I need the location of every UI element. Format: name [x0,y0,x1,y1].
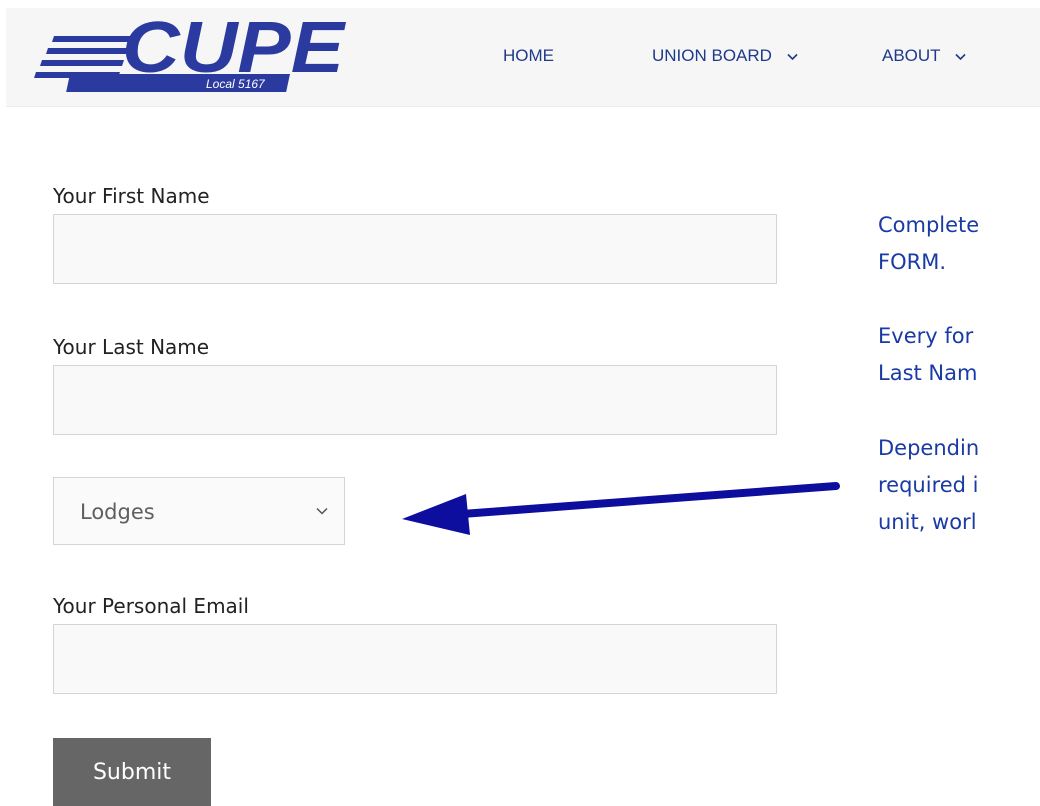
nav-item-label: UNION BOARD [652,46,772,65]
instruction-line: FORM. [878,250,946,274]
instruction-line: unit, worl [878,510,977,534]
main-nav: HOME UNION BOARD ABOUT [6,8,1040,106]
first-name-label: Your First Name [53,184,210,208]
unit-select[interactable]: Lodges [53,477,345,545]
chevron-down-icon [787,53,798,60]
instruction-line: Dependin [878,436,980,460]
instruction-line: Complete [878,213,980,237]
last-name-label: Your Last Name [53,335,210,359]
instruction-line: Last Nam [878,361,978,385]
unit-select-value: Lodges [80,500,155,524]
nav-item-union-board[interactable]: UNION BOARD [652,44,798,68]
submit-button[interactable]: Submit [53,738,211,806]
nav-item-label: ABOUT [882,46,941,65]
nav-item-home[interactable]: HOME [503,44,554,68]
email-label: Your Personal Email [53,594,249,618]
nav-item-label: HOME [503,46,554,65]
site-header: CUPE Local 5167 HOME UNION BOARD ABOUT [6,8,1040,107]
nav-item-about[interactable]: ABOUT [882,44,966,68]
chevron-down-icon [316,507,328,515]
chevron-down-icon [955,53,966,60]
email-field[interactable] [53,624,777,694]
instruction-line: required i [878,473,979,497]
first-name-field[interactable] [53,214,777,284]
instruction-line: Every for [878,324,974,348]
last-name-field[interactable] [53,365,777,435]
